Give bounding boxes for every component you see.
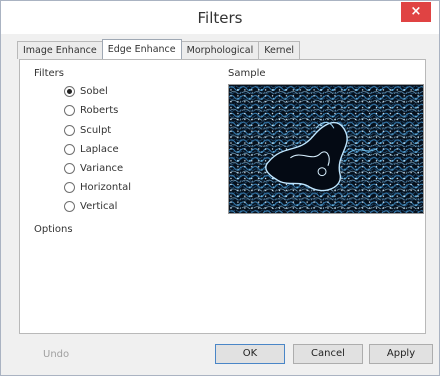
filters-group-label: Filters [34, 68, 64, 79]
ok-button[interactable]: OK [215, 344, 285, 364]
radio-label-variance: Variance [80, 162, 124, 174]
undo-button[interactable]: Undo [43, 349, 69, 360]
close-button[interactable]: × [401, 2, 431, 22]
radio-vertical[interactable]: Vertical [64, 199, 117, 213]
tab-morphological[interactable]: Morphological [180, 41, 260, 59]
radio-label-sobel: Sobel [80, 85, 108, 97]
radio-button[interactable] [64, 200, 75, 212]
radio-label-laplace: Laplace [80, 143, 119, 155]
radio-roberts[interactable]: Roberts [64, 103, 118, 117]
radio-laplace[interactable]: Laplace [64, 142, 119, 156]
tab-kernel[interactable]: Kernel [258, 41, 301, 59]
tab-image-enhance[interactable]: Image Enhance [17, 41, 103, 59]
radio-button-checked[interactable] [64, 85, 75, 97]
radio-button[interactable] [64, 143, 75, 155]
radio-label-roberts: Roberts [80, 104, 119, 116]
radio-label-horizontal: Horizontal [80, 181, 132, 193]
edge-enhance-panel: Filters Sobel Roberts Sculpt Laplace Var… [19, 59, 426, 334]
radio-horizontal[interactable]: Horizontal [64, 180, 131, 194]
options-group-label: Options [34, 224, 73, 235]
tab-edge-enhance[interactable]: Edge Enhance [101, 39, 182, 59]
radio-variance[interactable]: Variance [64, 161, 123, 175]
dialog-title: Filters [197, 9, 243, 27]
radio-button[interactable] [64, 124, 75, 136]
radio-button[interactable] [64, 181, 75, 193]
sample-label: Sample [228, 68, 266, 79]
title-bar[interactable]: Filters × [1, 1, 439, 34]
sample-image [228, 84, 424, 214]
close-icon: × [410, 4, 422, 19]
radio-sculpt[interactable]: Sculpt [64, 123, 111, 137]
radio-sobel[interactable]: Sobel [64, 84, 108, 98]
cancel-button[interactable]: Cancel [293, 344, 363, 364]
radio-button[interactable] [64, 104, 75, 116]
radio-button[interactable] [64, 162, 75, 174]
tab-bar: Image Enhance Edge Enhance Morphological… [17, 39, 301, 59]
apply-button[interactable]: Apply [369, 344, 433, 364]
radio-label-sculpt: Sculpt [80, 124, 112, 136]
filters-dialog: Filters × Image Enhance Edge Enhance Mor… [0, 0, 440, 376]
radio-label-vertical: Vertical [80, 200, 118, 212]
